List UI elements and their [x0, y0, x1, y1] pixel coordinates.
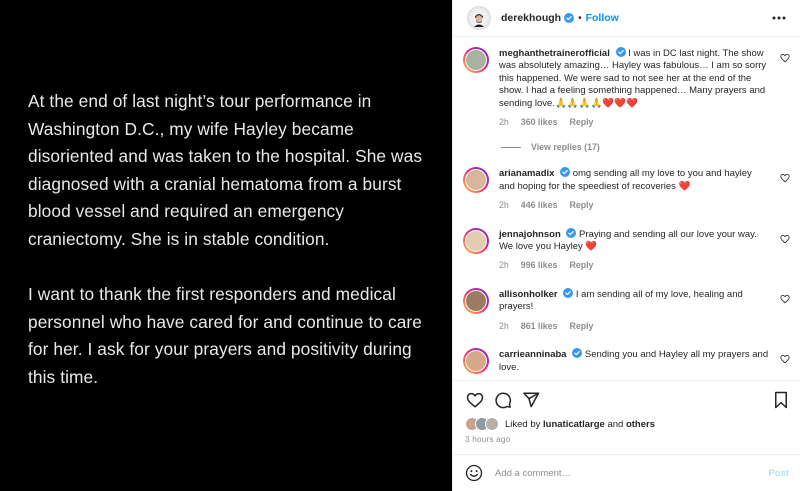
- comment-meta: 2h 861 likes Reply: [499, 320, 770, 332]
- liked-by-line[interactable]: Liked by lunaticatlarge and others: [465, 417, 791, 431]
- comment-meta: 2h 446 likes Reply: [499, 199, 770, 211]
- post-side-panel: derekhough • Follow meghanthetraineroffi…: [452, 0, 800, 491]
- post-image[interactable]: At the end of last night’s tour performa…: [0, 0, 452, 491]
- comment-username[interactable]: allisonholker: [499, 289, 558, 300]
- comment-username[interactable]: meghanthetrainerofficial: [499, 48, 610, 59]
- add-comment-bar: Post: [453, 454, 800, 491]
- post-header: derekhough • Follow: [453, 0, 800, 37]
- bookmark-icon: [775, 391, 787, 409]
- comment-emojis: ❤️: [678, 180, 691, 192]
- comment-body: carrieanninaba Sending you and Hayley al…: [499, 348, 788, 374]
- author-avatar[interactable]: [467, 6, 491, 30]
- commenter-avatar[interactable]: [463, 287, 489, 314]
- post-image-text: At the end of last night’s tour performa…: [28, 88, 438, 392]
- liker-avatar: [485, 417, 499, 431]
- comment-username[interactable]: carrieanninaba: [499, 349, 567, 360]
- verified-badge-icon: [615, 47, 626, 57]
- comment-body: jennajohnson Praying and sending all our…: [499, 227, 788, 272]
- share-button[interactable]: [521, 390, 541, 410]
- comment-bubble-icon: [495, 392, 512, 409]
- comment-item: allisonholker I am sending all of my lov…: [453, 287, 800, 332]
- comment-reply-button[interactable]: Reply: [569, 199, 593, 211]
- verified-badge-icon: [563, 287, 574, 298]
- commenter-avatar[interactable]: [463, 167, 489, 194]
- author-portrait-icon: [470, 9, 488, 27]
- comment-item: arianamadix omg sending all my love to y…: [453, 167, 800, 211]
- liker-avatars: [465, 417, 499, 431]
- post-comment-button[interactable]: Post: [768, 468, 789, 479]
- verified-badge-icon: [564, 13, 575, 23]
- comment-meta: 2h 360 likes Reply: [499, 116, 770, 128]
- emoji-icon[interactable]: [465, 464, 483, 482]
- comment-body: arianamadix omg sending all my love to y…: [499, 167, 788, 211]
- commenter-avatar[interactable]: [463, 47, 489, 73]
- comment-input[interactable]: [495, 467, 769, 479]
- comment-time[interactable]: 2h: [499, 259, 509, 271]
- comment-reply-button[interactable]: Reply: [569, 320, 593, 332]
- post-paragraph-2: I want to thank the first responders and…: [28, 284, 422, 387]
- liked-by-others[interactable]: others: [626, 419, 655, 430]
- liked-by-and: and: [607, 418, 624, 430]
- comment-likes[interactable]: 996 likes: [521, 259, 558, 271]
- comment-username[interactable]: arianamadix: [499, 168, 554, 179]
- like-button[interactable]: [465, 390, 485, 410]
- comment-item: meghanthetrainerofficial I was in DC las…: [453, 47, 800, 128]
- comment-like-icon[interactable]: [780, 294, 790, 304]
- action-icons-row: [465, 389, 791, 411]
- comment-like-icon[interactable]: [780, 53, 790, 63]
- follow-button[interactable]: Follow: [586, 12, 619, 24]
- comment-time[interactable]: 2h: [499, 320, 509, 332]
- liked-by-prefix: Liked by: [505, 418, 541, 430]
- author-username[interactable]: derekhough: [501, 12, 561, 24]
- comments-list[interactable]: meghanthetrainerofficial I was in DC las…: [453, 37, 800, 379]
- comment-item: carrieanninaba Sending you and Hayley al…: [453, 348, 800, 375]
- header-separator: •: [578, 12, 582, 24]
- comment-body: allisonholker I am sending all of my lov…: [499, 287, 788, 332]
- verified-badge-icon: [572, 348, 583, 359]
- view-replies-label: View replies (17): [531, 142, 600, 153]
- comment-time[interactable]: 2h: [499, 199, 509, 211]
- post-modal: At the end of last night’s tour performa…: [0, 0, 800, 491]
- comment-item: jennajohnson Praying and sending all our…: [453, 227, 800, 272]
- comment-reply-button[interactable]: Reply: [569, 259, 593, 271]
- comment-time[interactable]: 2h: [499, 116, 509, 128]
- post-paragraph-1: At the end of last night’s tour performa…: [28, 91, 423, 249]
- comment-like-icon[interactable]: [780, 173, 790, 183]
- more-horizontal-icon: [772, 16, 786, 20]
- post-timestamp[interactable]: 3 hours ago: [465, 435, 791, 444]
- comment-emojis: 🙏🙏🙏🙏❤️❤️❤️: [554, 97, 638, 109]
- verified-badge-icon: [566, 227, 577, 238]
- post-actions: Liked by lunaticatlarge and others 3 hou…: [453, 380, 800, 444]
- commenter-avatar[interactable]: [463, 227, 489, 254]
- comment-likes[interactable]: 861 likes: [521, 320, 558, 332]
- view-replies-line: [501, 146, 521, 148]
- liked-by-user[interactable]: lunaticatlarge: [543, 419, 605, 430]
- comment-username[interactable]: jennajohnson: [499, 229, 561, 240]
- verified-badge-icon: [560, 167, 571, 178]
- comment-like-icon[interactable]: [780, 354, 790, 364]
- commenter-avatar[interactable]: [463, 348, 489, 375]
- comment-likes[interactable]: 446 likes: [521, 199, 558, 211]
- comment-likes[interactable]: 360 likes: [521, 116, 558, 128]
- heart-icon: [466, 392, 484, 408]
- comment-meta: 2h 996 likes Reply: [499, 259, 770, 271]
- view-replies-button[interactable]: View replies (17): [501, 142, 800, 152]
- save-button[interactable]: [771, 390, 791, 410]
- comment-like-icon[interactable]: [780, 234, 790, 244]
- more-options-button[interactable]: [770, 9, 788, 27]
- comment-body: meghanthetrainerofficial I was in DC las…: [499, 47, 788, 128]
- comment-reply-button[interactable]: Reply: [569, 116, 593, 128]
- comment-button[interactable]: [493, 390, 513, 410]
- paper-plane-icon: [523, 392, 540, 408]
- comment-emojis: ❤️: [585, 241, 598, 253]
